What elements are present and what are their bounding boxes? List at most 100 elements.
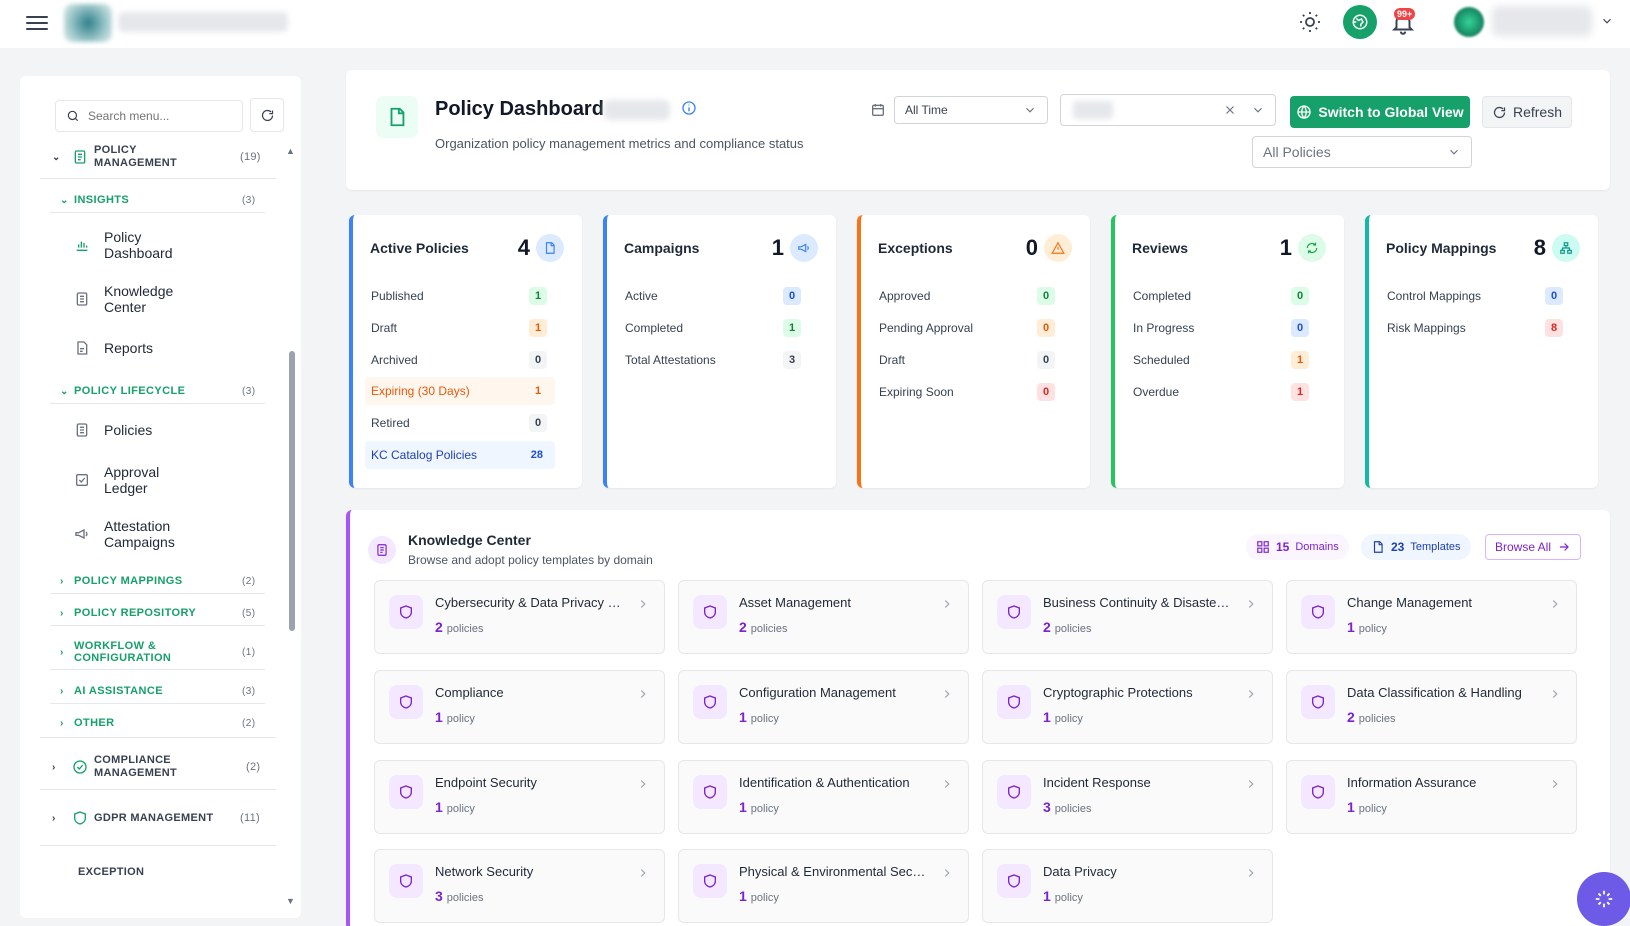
templates-count: 23	[1391, 540, 1405, 554]
domain-tile[interactable]: Configuration Management 1 policy	[678, 670, 969, 744]
search-input[interactable]	[88, 109, 218, 123]
count-unit: policy	[750, 892, 779, 904]
count-unit: policies	[1358, 713, 1396, 725]
domain-tile[interactable]: Data Privacy 1 policy	[982, 849, 1273, 923]
sidebar-group-policy-repository[interactable]: › POLICY REPOSITORY (5)	[60, 607, 256, 619]
sidebar-section-compliance-management[interactable]: › COMPLIANCE MANAGEMENT (2)	[52, 754, 262, 780]
domain-policy-count: 2 policies	[739, 619, 787, 635]
time-range-select[interactable]: All Time	[894, 96, 1048, 124]
domain-tile[interactable]: Cryptographic Protections 1 policy	[982, 670, 1273, 744]
chevron-down-icon	[1254, 107, 1262, 113]
stat-card-policy-mappings[interactable]: Policy Mappings 8 Control Mappings 0 Risk…	[1365, 215, 1598, 488]
shield-icon	[389, 685, 423, 719]
domain-policy-count: 1 policy	[1043, 709, 1083, 725]
hamburger-menu-icon[interactable]	[26, 12, 48, 30]
chevron-right-icon: ›	[60, 607, 64, 619]
sidebar-section-gdpr-management[interactable]: › GDPR MANAGEMENT (11)	[52, 810, 262, 826]
sidebar-item-attestation-campaigns[interactable]: Attestation Campaigns	[74, 518, 224, 550]
sidebar-scrollbar[interactable]	[289, 351, 295, 631]
menu-search-box[interactable]	[55, 100, 243, 132]
ai-assistant-button[interactable]	[1577, 872, 1630, 926]
sidebar-refresh-button[interactable]	[250, 98, 284, 132]
domain-tile[interactable]: Change Management 1 policy	[1286, 580, 1577, 654]
user-avatar[interactable]	[1454, 7, 1484, 37]
sidebar-group-policy-lifecycle[interactable]: ⌄ POLICY LIFECYCLE (3)	[60, 385, 256, 397]
browse-all-button[interactable]: Browse All	[1485, 534, 1581, 560]
switch-global-view-button[interactable]: Switch to Global View	[1290, 96, 1470, 128]
organization-value-redacted	[1073, 101, 1113, 119]
divider	[50, 593, 265, 594]
sidebar-group-workflow-configuration[interactable]: › WORKFLOW & CONFIGURATION (1)	[60, 640, 256, 664]
organization-select[interactable]	[1060, 94, 1276, 126]
stat-row-highlight-expiring[interactable]: Expiring (30 Days) 1	[365, 377, 555, 405]
domain-tile[interactable]: Asset Management 2 policies	[678, 580, 969, 654]
refresh-icon	[261, 109, 273, 121]
domain-tile[interactable]: Compliance 1 policy	[374, 670, 665, 744]
sidebar-group-ai-assistance[interactable]: › AI ASSISTANCE (3)	[60, 685, 256, 697]
domain-tile[interactable]: Identification & Authentication 1 policy	[678, 760, 969, 834]
domains-pill[interactable]: 15 Domains	[1246, 534, 1349, 560]
stat-row-kc-catalog[interactable]: KC Catalog Policies 28	[365, 441, 555, 469]
sidebar-item-approval-ledger[interactable]: Approval Ledger	[74, 464, 204, 496]
domain-tile[interactable]: Information Assurance 1 policy	[1286, 760, 1577, 834]
stat-card-reviews[interactable]: Reviews 1 Completed 0 In Progress 0 Schedu…	[1111, 215, 1344, 488]
group-count: (1)	[242, 646, 256, 658]
chevron-down-icon: ⌄	[60, 385, 69, 397]
stat-card-exceptions[interactable]: Exceptions 0 Approved 0 Pending Approval 0…	[857, 215, 1090, 488]
user-name-redacted[interactable]	[1492, 6, 1592, 36]
count-badge: 0	[1291, 319, 1309, 337]
stat-row: Overdue 1	[1127, 378, 1317, 406]
sidebar-item-knowledge-center[interactable]: Knowledge Center	[74, 283, 204, 315]
templates-label: Templates	[1410, 541, 1461, 553]
count-unit: policies	[750, 623, 788, 635]
sidebar-item-policy-dashboard[interactable]: Policy Dashboard	[74, 229, 204, 261]
divider	[50, 703, 265, 704]
page-subtitle: Organization policy management metrics a…	[435, 136, 804, 151]
divider	[40, 789, 276, 790]
domain-tile[interactable]: Business Continuity & Disaster R... 2 poli…	[982, 580, 1273, 654]
clear-icon[interactable]	[1223, 103, 1237, 117]
refresh-button[interactable]: Refresh	[1482, 96, 1572, 128]
stat-card-campaigns[interactable]: Campaigns 1 Active 0 Completed 1 Total Att…	[603, 215, 836, 488]
chevron-right-icon: ›	[60, 575, 64, 587]
domain-tile[interactable]: Network Security 3 policies	[374, 849, 665, 923]
sidebar-section-exception[interactable]: EXCEPTION	[78, 866, 228, 879]
templates-pill[interactable]: 23 Templates	[1361, 534, 1471, 560]
sidebar-group-other[interactable]: › OTHER (2)	[60, 717, 256, 729]
count-number: 1	[1043, 709, 1051, 725]
global-network-icon[interactable]	[1343, 5, 1377, 39]
list-icon	[76, 423, 88, 437]
notification-badge: 99+	[1394, 8, 1416, 20]
domain-tile[interactable]: Physical & Environmental Security 1 policy	[678, 849, 969, 923]
count-number: 3	[435, 888, 443, 904]
chevron-right-icon	[940, 597, 954, 611]
row-label: Draft	[879, 353, 906, 367]
section-label: COMPLIANCE MANAGEMENT	[94, 754, 178, 779]
chevron-down-icon[interactable]	[1600, 14, 1614, 28]
domain-tile[interactable]: Endpoint Security 1 policy	[374, 760, 665, 834]
item-label: Approval Ledger	[104, 464, 160, 496]
domain-policy-count: 1 policy	[1043, 888, 1083, 904]
policy-filter-select[interactable]: All Policies	[1252, 136, 1472, 168]
count-badge: 1	[1291, 383, 1309, 401]
stat-title: Campaigns	[624, 240, 700, 256]
theme-toggle-icon[interactable]	[1298, 10, 1322, 34]
info-icon[interactable]	[681, 100, 697, 116]
sidebar-item-policies[interactable]: Policies	[74, 422, 204, 438]
sidebar-group-policy-mappings[interactable]: › POLICY MAPPINGS (2)	[60, 575, 256, 587]
item-label: Policy Dashboard	[104, 229, 173, 261]
sidebar-section-policy-management[interactable]: ⌄ POLICY MANAGEMENT (19)	[52, 144, 262, 170]
scroll-up-arrow[interactable]: ▲	[286, 146, 295, 156]
domain-tile[interactable]: Data Classification & Handling 2 policies	[1286, 670, 1577, 744]
stat-row: Completed 1	[619, 314, 809, 342]
divider	[40, 737, 276, 738]
sidebar-item-reports[interactable]: Reports	[74, 340, 204, 356]
scroll-down-arrow[interactable]: ▼	[286, 896, 295, 906]
domain-name: Information Assurance	[1347, 775, 1477, 790]
stat-card-active-policies[interactable]: Active Policies 4 Published 1 Draft 1 Arch…	[349, 215, 582, 488]
knowledge-center-panel: Knowledge Center Browse and adopt policy…	[346, 510, 1610, 926]
domain-tile[interactable]: Incident Response 3 policies	[982, 760, 1273, 834]
sidebar-group-insights[interactable]: ⌄ INSIGHTS (3)	[60, 194, 256, 206]
count-number: 1	[739, 799, 747, 815]
domain-tile[interactable]: Cybersecurity & Data Privacy Go... 2 polic…	[374, 580, 665, 654]
